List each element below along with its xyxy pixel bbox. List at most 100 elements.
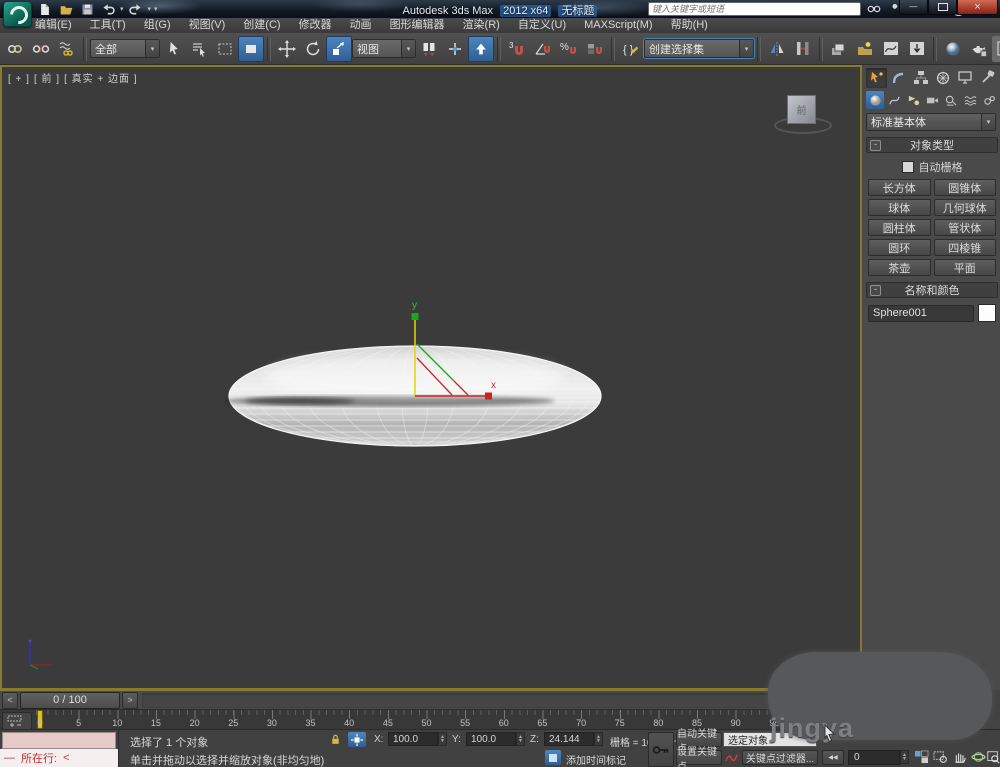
subcat-systems[interactable] bbox=[980, 91, 998, 109]
x-coord-field[interactable]: 100.0 bbox=[388, 732, 438, 746]
rollout-name-color[interactable]: - 名称和颜色 bbox=[866, 282, 998, 298]
search-button[interactable] bbox=[866, 2, 882, 16]
autogrid-checkbox[interactable] bbox=[902, 161, 914, 173]
select-and-move-button[interactable] bbox=[274, 36, 300, 62]
viewport-menu-pov[interactable]: [ 前 ] bbox=[34, 74, 60, 85]
render-setup-button[interactable] bbox=[966, 36, 992, 62]
object-name-input[interactable]: Sphere001 bbox=[868, 305, 974, 322]
maxscript-mini-listener[interactable]: — 所在行: < bbox=[0, 730, 119, 767]
select-and-manipulate-button[interactable] bbox=[442, 36, 468, 62]
graphite-modeling-toggle[interactable] bbox=[852, 36, 878, 62]
next-frame-button[interactable]: > bbox=[122, 692, 138, 709]
close-button[interactable]: × bbox=[957, 0, 998, 15]
reference-coordinate-dropdown[interactable]: 视图 ▾ bbox=[352, 39, 416, 58]
current-frame-field[interactable]: 0 bbox=[848, 750, 900, 765]
select-and-rotate-button[interactable] bbox=[300, 36, 326, 62]
material-editor-button[interactable] bbox=[940, 36, 966, 62]
subcat-lights[interactable] bbox=[904, 91, 922, 109]
button-plane[interactable]: 平面 bbox=[934, 259, 997, 276]
menu-graph-editors[interactable]: 图形编辑器 bbox=[381, 18, 454, 33]
spinner-down-icon[interactable]: ▼ bbox=[902, 757, 907, 761]
add-time-tag-text[interactable]: 添加时间标记 bbox=[566, 752, 626, 767]
subcat-space-warps[interactable] bbox=[961, 91, 979, 109]
menu-help[interactable]: 帮助(H) bbox=[662, 18, 717, 33]
rectangular-selection-region-button[interactable] bbox=[212, 36, 238, 62]
add-time-tag-icon-button[interactable] bbox=[545, 750, 561, 765]
button-tube[interactable]: 管状体 bbox=[934, 219, 997, 236]
button-geosphere[interactable]: 几何球体 bbox=[934, 199, 997, 216]
align-button[interactable] bbox=[790, 36, 816, 62]
gizmo-x-handle[interactable] bbox=[485, 393, 492, 400]
menu-views[interactable]: 视图(V) bbox=[180, 18, 235, 33]
viewport-menu-general[interactable]: [ + ] bbox=[8, 74, 30, 85]
tab-display[interactable] bbox=[954, 68, 975, 88]
button-teapot[interactable]: 茶壶 bbox=[868, 259, 931, 276]
bind-to-space-warp-button[interactable] bbox=[54, 36, 80, 62]
zoom-extents-all-button[interactable] bbox=[912, 749, 930, 765]
edit-named-selection-sets-button[interactable]: { } bbox=[618, 36, 644, 62]
selection-lock-toggle[interactable] bbox=[326, 732, 344, 747]
default-in-out-tangent-button[interactable] bbox=[723, 750, 739, 765]
select-and-link-button[interactable] bbox=[2, 36, 28, 62]
sphere-object[interactable]: y x bbox=[213, 284, 617, 508]
select-object-button[interactable] bbox=[160, 36, 186, 62]
window-crossing-toggle[interactable] bbox=[238, 36, 264, 62]
listener-scroll-arrow[interactable]: < bbox=[63, 752, 69, 764]
tab-motion[interactable] bbox=[932, 68, 953, 88]
snaps-toggle-3d-button[interactable]: 3 bbox=[504, 36, 530, 62]
menu-animation[interactable]: 动画 bbox=[341, 18, 381, 33]
button-box[interactable]: 长方体 bbox=[868, 179, 931, 196]
button-sphere[interactable]: 球体 bbox=[868, 199, 931, 216]
spinner-snap-toggle-button[interactable] bbox=[582, 36, 608, 62]
key-filters-button[interactable]: 关键点过滤器... bbox=[742, 750, 818, 765]
undo-button[interactable] bbox=[99, 2, 117, 17]
use-pivot-point-center-button[interactable] bbox=[416, 36, 442, 62]
object-color-swatch[interactable] bbox=[978, 304, 996, 322]
subcat-shapes[interactable] bbox=[885, 91, 903, 109]
y-spinner[interactable]: ▲▼ bbox=[516, 732, 525, 746]
subcat-geometry[interactable] bbox=[866, 91, 884, 109]
subcat-cameras[interactable] bbox=[923, 91, 941, 109]
maximize-button[interactable] bbox=[928, 0, 957, 15]
time-slider-track[interactable] bbox=[142, 693, 856, 708]
menu-customize[interactable]: 自定义(U) bbox=[509, 18, 575, 33]
go-to-start-button[interactable]: ◀◀ bbox=[822, 750, 844, 765]
absolute-mode-toggle[interactable] bbox=[348, 732, 366, 747]
curve-editor-button[interactable] bbox=[878, 36, 904, 62]
percent-snap-toggle-button[interactable]: % bbox=[556, 36, 582, 62]
tab-modify[interactable] bbox=[888, 68, 909, 88]
app-menu-button[interactable] bbox=[3, 1, 32, 27]
rollout-collapse-icon[interactable]: - bbox=[870, 285, 881, 296]
minimize-button[interactable]: — bbox=[899, 0, 928, 15]
viewport-front[interactable]: [ + ][ 前 ][ 真实 + 边面 ] 前 bbox=[0, 65, 862, 690]
redo-button[interactable] bbox=[127, 2, 145, 17]
menu-edit[interactable]: 编辑(E) bbox=[26, 18, 81, 33]
angle-snap-toggle-button[interactable] bbox=[530, 36, 556, 62]
qat-customize-arrow[interactable]: ▾ bbox=[154, 6, 158, 13]
zoom-region-button[interactable] bbox=[931, 749, 949, 765]
keyboard-shortcut-override-toggle[interactable] bbox=[468, 36, 494, 62]
tab-create[interactable] bbox=[866, 68, 887, 88]
tab-utilities[interactable] bbox=[976, 68, 997, 88]
menu-maxscript[interactable]: MAXScript(M) bbox=[575, 18, 661, 33]
undo-dropdown-arrow[interactable]: ▾ bbox=[120, 6, 124, 13]
z-spinner[interactable]: ▲▼ bbox=[594, 732, 603, 746]
select-by-name-button[interactable] bbox=[186, 36, 212, 62]
viewport-label[interactable]: [ + ][ 前 ][ 真实 + 边面 ] bbox=[8, 70, 142, 85]
schematic-view-button[interactable] bbox=[904, 36, 930, 62]
mirror-button[interactable] bbox=[764, 36, 790, 62]
select-and-scale-button[interactable] bbox=[326, 36, 352, 62]
rollout-collapse-icon[interactable]: - bbox=[870, 140, 881, 151]
unlink-selection-button[interactable] bbox=[28, 36, 54, 62]
menu-tools[interactable]: 工具(T) bbox=[81, 18, 135, 33]
subcat-helpers[interactable] bbox=[942, 91, 960, 109]
previous-frame-button[interactable]: < bbox=[2, 692, 18, 709]
button-torus[interactable]: 圆环 bbox=[868, 239, 931, 256]
x-spinner[interactable]: ▲▼ bbox=[438, 732, 447, 746]
new-file-button[interactable] bbox=[36, 2, 54, 17]
set-key-button[interactable]: 设置关键点 bbox=[676, 750, 722, 765]
button-pyramid[interactable]: 四棱锥 bbox=[934, 239, 997, 256]
open-mini-curve-editor-button[interactable] bbox=[2, 712, 32, 730]
y-coord-field[interactable]: 100.0 bbox=[466, 732, 516, 746]
tab-hierarchy[interactable] bbox=[910, 68, 931, 88]
